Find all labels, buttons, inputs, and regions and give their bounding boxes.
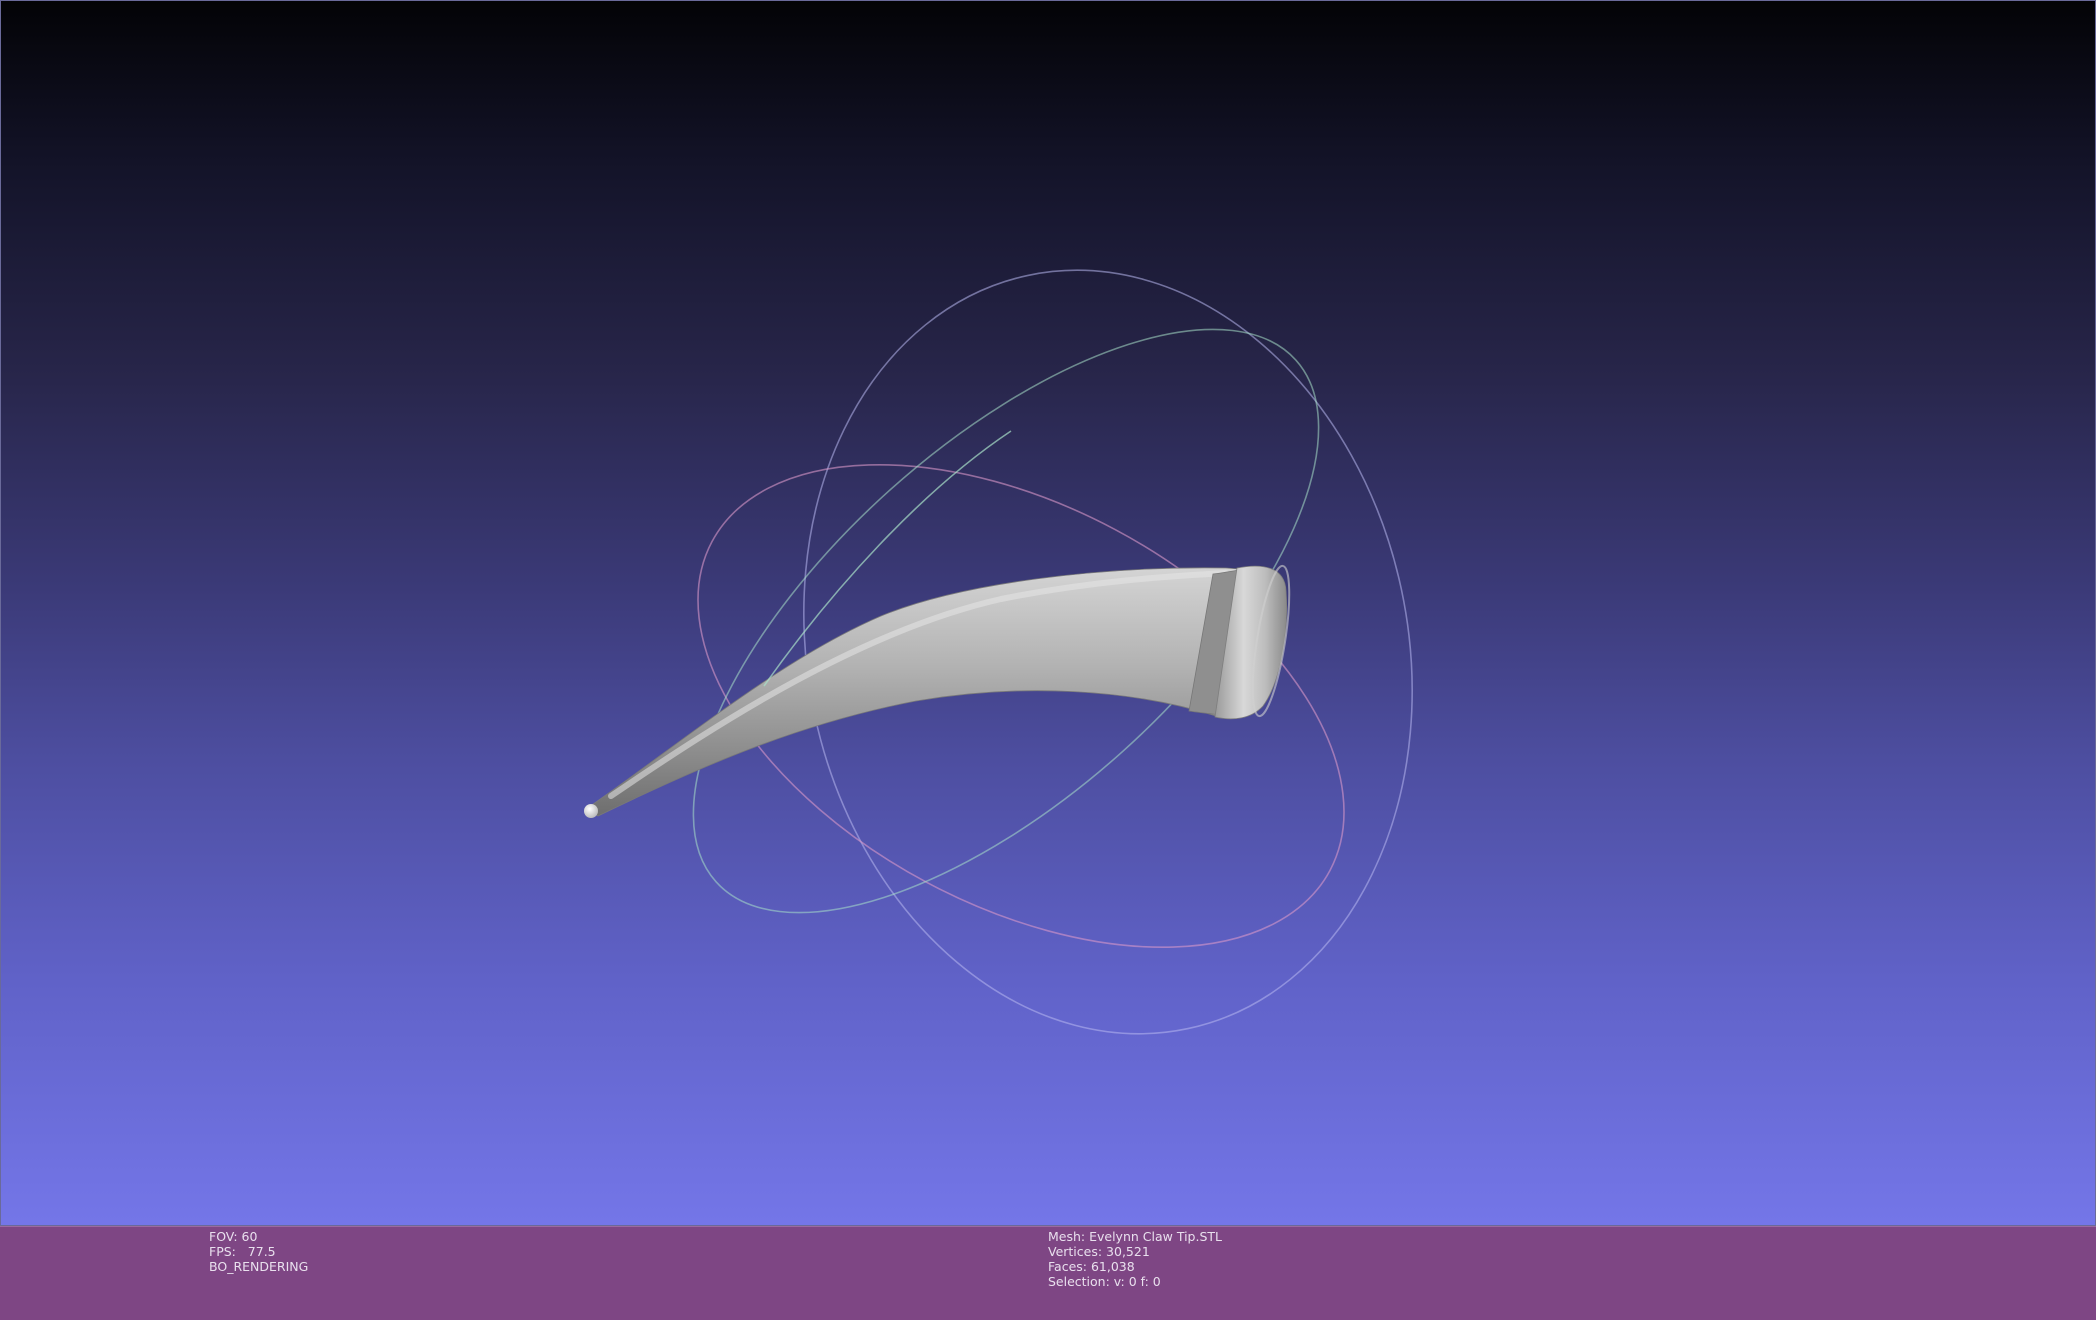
mesh-info: Mesh: Evelynn Claw Tip.STL Vertices: 30,… (1048, 1229, 1222, 1289)
mesh-claw-tip[interactable] (585, 567, 1240, 817)
fps-readout: FPS: 77.5 (209, 1244, 276, 1259)
render-mode-readout: BO_RENDERING (209, 1259, 309, 1274)
mesh-name-readout: Mesh: Evelynn Claw Tip.STL (1048, 1229, 1222, 1244)
selection-readout: Selection: v: 0 f: 0 (1048, 1274, 1161, 1289)
status-info-bar: FOV: 60 FPS: 77.5 BO_RENDERING Mesh: Eve… (0, 1226, 2096, 1320)
mesh-tip-sphere (584, 804, 598, 818)
vertices-readout: Vertices: 30,521 (1048, 1244, 1150, 1259)
render-info: FOV: 60 FPS: 77.5 BO_RENDERING (209, 1229, 308, 1274)
3d-viewport[interactable] (0, 0, 2096, 1226)
faces-readout: Faces: 61,038 (1048, 1259, 1135, 1274)
scene-canvas[interactable] (1, 1, 2096, 1227)
fov-readout: FOV: 60 (209, 1229, 258, 1244)
